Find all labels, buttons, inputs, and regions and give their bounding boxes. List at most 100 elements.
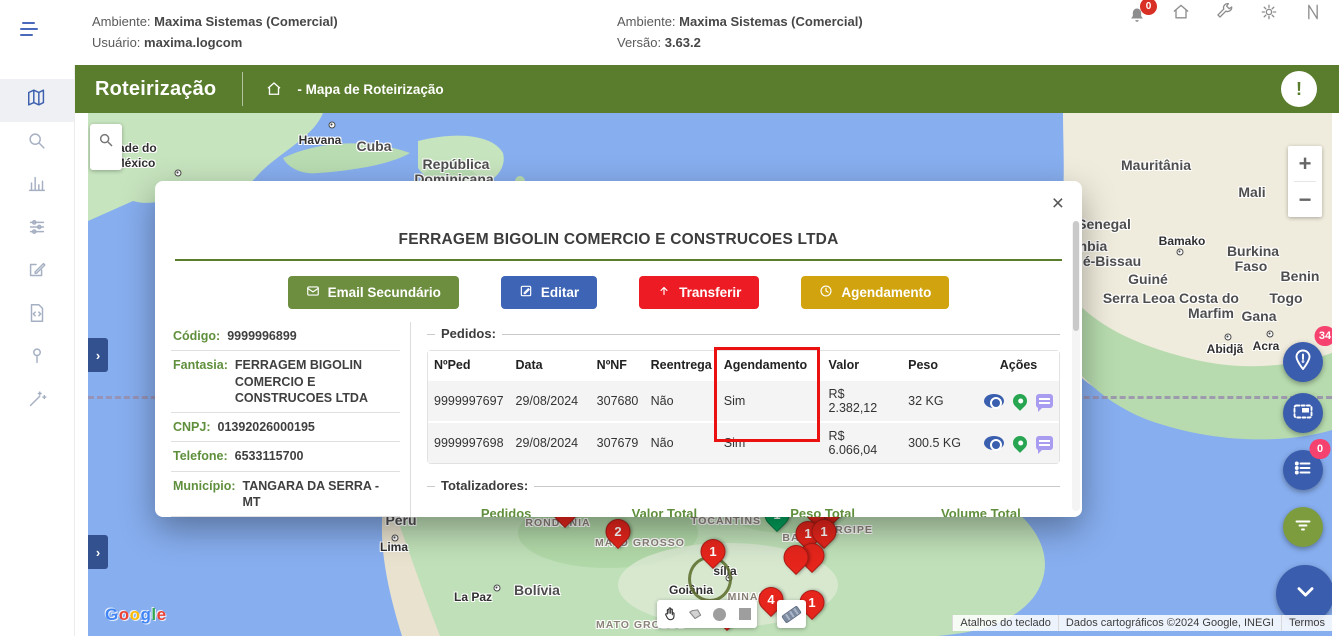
row-actions (984, 436, 1053, 450)
attribution-link[interactable]: Atalhos do teclado (952, 615, 1058, 631)
left-panel-expand-tab-bottom[interactable]: › (88, 535, 108, 569)
total-peso-total: Peso Total332.50 kg (744, 506, 902, 517)
map-label-country: Faso (1235, 258, 1268, 274)
capital-dot-icon (175, 170, 182, 177)
comment-icon[interactable] (1036, 436, 1053, 450)
column-header-peso: Peso (902, 351, 978, 379)
table-cell-actions (978, 421, 1059, 463)
attribution-text: Dados cartográficos ©2024 Google, INEGI (1058, 615, 1281, 631)
versao-value: 3.63.2 (665, 35, 701, 50)
table-cell: 307679 (591, 421, 645, 463)
info-label: Município: (173, 478, 236, 511)
table-cell: Não (645, 421, 718, 463)
modal-scrollbar[interactable] (1072, 221, 1080, 511)
sidebar-item-search[interactable] (0, 122, 74, 165)
search-icon (98, 132, 114, 148)
pin-alert-icon (1291, 348, 1315, 377)
view-eye-icon[interactable] (984, 436, 1004, 450)
sidebar-item-pin[interactable] (0, 337, 74, 380)
home-icon[interactable] (265, 80, 283, 98)
total-valor-total: Valor TotalR$ 8.448.16 (585, 506, 743, 517)
hamburger-menu-icon[interactable] (20, 22, 42, 40)
clock-icon (819, 284, 833, 301)
zoom-in-button[interactable]: + (1288, 146, 1322, 181)
info-row-código: Código:9999996899 (171, 322, 400, 351)
button-label: Transferir (679, 285, 741, 300)
env-info-left: Ambiente: Maxima Sistemas (Comercial) Us… (92, 11, 338, 53)
table-cell-actions (978, 379, 1059, 421)
customer-detail-modal: × FERRAGEM BIGOLIN COMERCIO E CONSTRUCOE… (155, 181, 1082, 517)
logo-n-icon[interactable] (1301, 0, 1325, 24)
map-label-country: é-Bissau (1083, 253, 1141, 269)
total-label: Volume Total (902, 506, 1060, 517)
titlebar-divider (242, 72, 243, 106)
sidebar-item-file-report[interactable] (0, 294, 74, 337)
draw-circle-button[interactable] (709, 603, 731, 625)
map-label-country: Gana (1241, 308, 1276, 324)
capital-dot-icon (1177, 249, 1184, 256)
route-settings-icon (26, 216, 48, 243)
table-row[interactable]: 999999769829/08/2024307679NãoSimR$ 6.066… (428, 421, 1059, 463)
draw-polygon-button[interactable] (684, 603, 706, 625)
map-search-button[interactable] (90, 124, 122, 170)
sidebar-item-map[interactable] (0, 79, 74, 122)
search-icon (26, 130, 48, 157)
draw-rectangle-button[interactable] (734, 603, 756, 625)
locate-pin-icon[interactable] (1010, 391, 1030, 411)
editar-button[interactable]: Editar (501, 276, 597, 309)
filter-fab-button[interactable] (1283, 507, 1323, 547)
home-icon[interactable] (1169, 0, 1193, 24)
ambiente-label: Ambiente: (92, 14, 151, 29)
table-row[interactable]: 999999769729/08/2024307680NãoSimR$ 2.382… (428, 379, 1059, 421)
pin-alert-fab-button[interactable] (1283, 342, 1323, 382)
module-title: Roteirização (95, 78, 216, 101)
sidebar-item-edit[interactable] (0, 251, 74, 294)
module-title-bar: Roteirização - Mapa de Roteirização ! (75, 65, 1339, 113)
table-cell: 29/08/2024 (510, 421, 591, 463)
locate-pin-icon[interactable] (1010, 433, 1030, 453)
notifications-bell-icon[interactable]: 0 (1125, 4, 1149, 28)
fab-badge: 0 (1310, 439, 1331, 459)
table-cell: Não (645, 379, 718, 421)
zoom-out-button[interactable]: − (1288, 182, 1322, 217)
info-value: 6533115700 (235, 448, 304, 464)
sidebar-item-bar-chart[interactable] (0, 165, 74, 208)
map-label-city: Lima (380, 540, 408, 554)
info-row-fantasia: Fantasia:FERRAGEM BIGOLIN COMERCIO E CON… (171, 351, 400, 413)
arrow-up-icon (657, 284, 671, 301)
table-cell: 9999997697 (428, 379, 510, 421)
capital-dot-icon (494, 585, 501, 592)
marker-count: 2 (607, 520, 630, 543)
measure-ruler-button[interactable] (777, 600, 806, 628)
transferir-button[interactable]: Transferir (639, 276, 759, 309)
pedidos-fieldset: Pedidos: NºPedDataNºNFReentregaAgendamen… (427, 334, 1060, 464)
left-panel-expand-tab-top[interactable]: › (88, 338, 108, 372)
ruler-icon (781, 605, 802, 623)
area-select-fab-button[interactable] (1283, 393, 1323, 433)
pencil-icon (519, 284, 533, 301)
orders-panel: Pedidos: NºPedDataNºNFReentregaAgendamen… (411, 322, 1066, 517)
close-icon[interactable]: × (1052, 193, 1064, 214)
app-root: idade doMéxicoHavanaCubaRepúblicaDominic… (0, 0, 1339, 636)
email-secund-rio-button[interactable]: Email Secundário (288, 276, 459, 309)
collapse-icon (1288, 574, 1323, 614)
attribution-link[interactable]: Termos (1281, 615, 1332, 631)
agendamento-button[interactable]: Agendamento (801, 276, 949, 309)
pan-hand-button[interactable] (659, 603, 681, 625)
usuario-value: maxima.logcom (144, 35, 242, 50)
map-label-country: Mauritânia (1121, 157, 1191, 173)
column-header-reentrega: Reentrega (645, 351, 718, 379)
sidebar-item-route-settings[interactable] (0, 208, 74, 251)
map-label-country: Senegal (1077, 216, 1131, 232)
view-eye-icon[interactable] (984, 394, 1004, 408)
wrench-icon[interactable] (1213, 0, 1237, 24)
gear-icon[interactable] (1257, 0, 1281, 24)
sidebar-item-magic-wand[interactable] (0, 380, 74, 423)
map-label-country: Mali (1238, 184, 1265, 200)
comment-icon[interactable] (1036, 394, 1053, 408)
table-cell: R$ 2.382,12 (823, 379, 903, 421)
alert-button[interactable]: ! (1281, 71, 1317, 107)
column-header-valor: Valor (823, 351, 903, 379)
title-underline (175, 259, 1062, 261)
totalizadores-legend: Totalizadores: (435, 478, 534, 493)
